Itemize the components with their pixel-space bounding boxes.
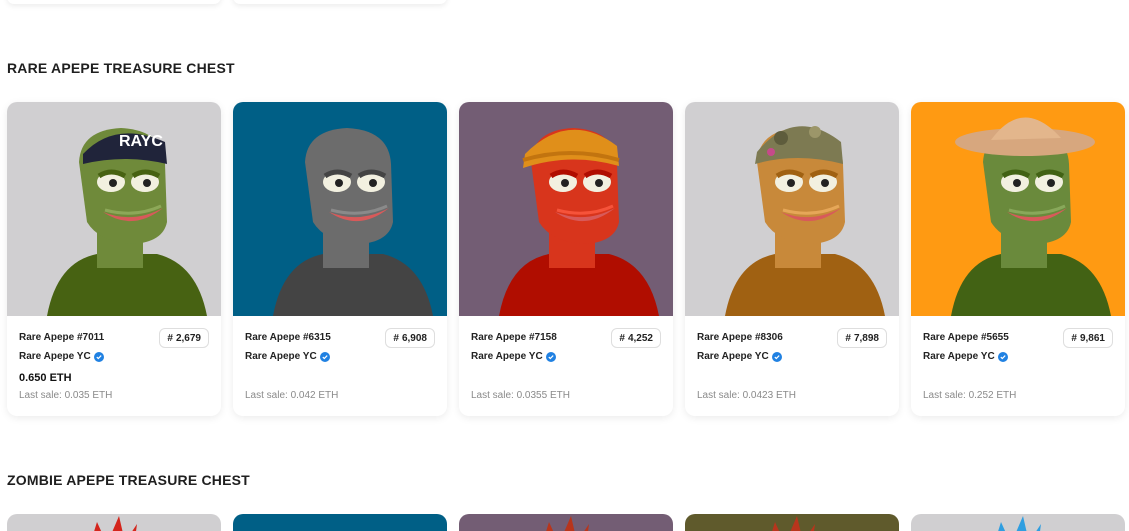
nft-image[interactable]: [911, 102, 1125, 316]
collection-name[interactable]: Rare Apepe YC: [19, 351, 91, 362]
last-sale: Last sale: 0.0355 ETH: [471, 390, 570, 401]
nft-card[interactable]: [233, 514, 447, 531]
previous-card[interactable]: [7, 0, 221, 4]
collection-row[interactable]: Rare Apepe YC: [697, 351, 887, 362]
rare-nft-grid: RAYC Rare Apepe #7011 #2,679 Rare Apepe …: [7, 102, 1125, 416]
nft-card[interactable]: [7, 514, 221, 531]
collection-row[interactable]: Rare Apepe YC: [471, 351, 661, 362]
collection-name[interactable]: Rare Apepe YC: [697, 351, 769, 362]
rank-value: 2,679: [175, 332, 201, 344]
nft-artwork: [94, 516, 137, 531]
collection-name[interactable]: Rare Apepe YC: [471, 351, 543, 362]
svg-text:RAYC: RAYC: [119, 133, 163, 150]
previous-card[interactable]: [233, 0, 447, 4]
section-title-zombie: ZOMBIE APEPE TREASURE CHEST: [7, 472, 250, 488]
nft-card-body: Rare Apepe #7158 #4,252 Rare Apepe YC La…: [459, 316, 673, 416]
nft-price: 0.650 ETH: [19, 372, 72, 384]
rank-value: 7,898: [853, 332, 879, 344]
collection-row[interactable]: Rare Apepe YC: [923, 351, 1113, 362]
rank-badge: #4,252: [611, 328, 661, 348]
nft-image[interactable]: [459, 102, 673, 316]
previous-section-cards: [7, 0, 447, 4]
nft-card-body: Rare Apepe #7011 #2,679 Rare Apepe YC 0.…: [7, 316, 221, 416]
last-sale: Last sale: 0.252 ETH: [923, 390, 1017, 401]
zombie-nft-grid: [7, 514, 1125, 531]
nft-card[interactable]: Rare Apepe #8306 #7,898 Rare Apepe YC La…: [685, 102, 899, 416]
last-sale: Last sale: 0.035 ETH: [19, 390, 113, 401]
nft-artwork: [233, 102, 447, 316]
nft-artwork: RAYC: [7, 102, 221, 316]
nft-card[interactable]: [459, 514, 673, 531]
rank-badge: #9,861: [1063, 328, 1113, 348]
nft-artwork: [772, 516, 815, 531]
nft-artwork: [546, 516, 589, 531]
nft-card-body: Rare Apepe #5655 #9,861 Rare Apepe YC La…: [911, 316, 1125, 416]
nft-card[interactable]: Rare Apepe #7158 #4,252 Rare Apepe YC La…: [459, 102, 673, 416]
rank-badge: #6,908: [385, 328, 435, 348]
nft-artwork: [911, 102, 1125, 316]
verified-badge-icon: [93, 351, 104, 362]
hash-icon: #: [845, 332, 851, 344]
nft-card-body: Rare Apepe #8306 #7,898 Rare Apepe YC La…: [685, 316, 899, 416]
nft-card[interactable]: Rare Apepe #5655 #9,861 Rare Apepe YC La…: [911, 102, 1125, 416]
nft-artwork: [459, 102, 673, 316]
collection-name[interactable]: Rare Apepe YC: [923, 351, 995, 362]
rank-badge: #7,898: [837, 328, 887, 348]
nft-image[interactable]: [233, 102, 447, 316]
last-sale: Last sale: 0.042 ETH: [245, 390, 339, 401]
last-sale: Last sale: 0.0423 ETH: [697, 390, 796, 401]
rank-value: 9,861: [1079, 332, 1105, 344]
nft-image[interactable]: [685, 102, 899, 316]
hash-icon: #: [1071, 332, 1077, 344]
nft-image[interactable]: RAYC: [7, 102, 221, 316]
rank-value: 6,908: [401, 332, 427, 344]
verified-badge-icon: [771, 351, 782, 362]
hash-icon: #: [393, 332, 399, 344]
collection-name[interactable]: Rare Apepe YC: [245, 351, 317, 362]
nft-card[interactable]: RAYC Rare Apepe #7011 #2,679 Rare Apepe …: [7, 102, 221, 416]
rank-value: 4,252: [627, 332, 653, 344]
nft-artwork: [685, 102, 899, 316]
hash-icon: #: [167, 332, 173, 344]
section-title-rare: RARE APEPE TREASURE CHEST: [7, 60, 235, 76]
nft-card[interactable]: [911, 514, 1125, 531]
collection-row[interactable]: Rare Apepe YC: [245, 351, 435, 362]
verified-badge-icon: [319, 351, 330, 362]
nft-card[interactable]: [685, 514, 899, 531]
collection-row[interactable]: Rare Apepe YC: [19, 351, 209, 362]
nft-artwork: [998, 516, 1041, 531]
nft-card-body: Rare Apepe #6315 #6,908 Rare Apepe YC La…: [233, 316, 447, 416]
verified-badge-icon: [545, 351, 556, 362]
hash-icon: #: [619, 332, 625, 344]
verified-badge-icon: [997, 351, 1008, 362]
rank-badge: #2,679: [159, 328, 209, 348]
nft-card[interactable]: Rare Apepe #6315 #6,908 Rare Apepe YC La…: [233, 102, 447, 416]
